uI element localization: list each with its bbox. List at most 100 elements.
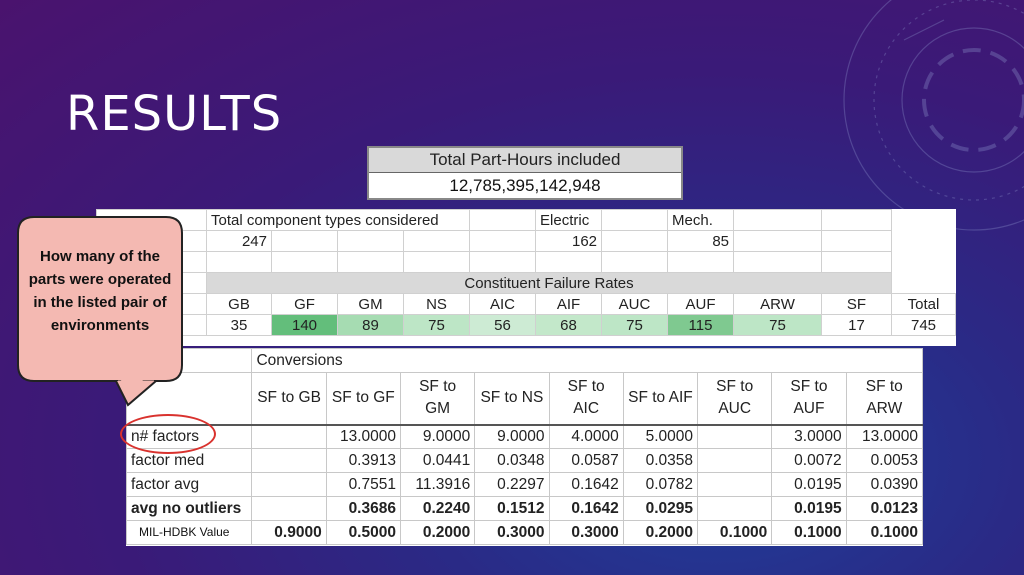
- rate-value-aif: 68: [535, 314, 603, 336]
- rate-value-sf: 17: [821, 314, 893, 336]
- conv-cell: 0.0123: [845, 496, 924, 521]
- conv-cell: 13.0000: [325, 424, 401, 449]
- rate-header-sf: SF: [821, 293, 893, 315]
- conv-cell: 4.0000: [548, 424, 624, 449]
- rate-header-aic: AIC: [469, 293, 537, 315]
- conv-cell: 0.3913: [325, 448, 401, 473]
- conv-cell: 0.0053: [845, 448, 924, 473]
- conv-cell: 9.0000: [399, 424, 476, 449]
- conv-header: SF to AUF: [771, 372, 847, 425]
- conv-cell: 0.0782: [622, 472, 699, 497]
- rate-header-gb: GB: [206, 293, 272, 315]
- rate-value-ns: 75: [402, 314, 471, 336]
- conv-cell: 0.3000: [548, 520, 624, 545]
- conv-cell: 0.1000: [771, 520, 847, 545]
- rate-value-gf: 140: [271, 314, 338, 336]
- conv-cell: 0.9000: [251, 520, 327, 545]
- conv-cell: 0.0587: [548, 448, 624, 473]
- conv-cell: 0.0390: [845, 472, 924, 497]
- conv-cell: [251, 424, 327, 449]
- part-hours-header: Total Part-Hours included: [369, 148, 681, 173]
- conv-cell: [697, 496, 773, 521]
- conv-row: factor med 0.3913 0.0441 0.0348 0.0587 0.0358…: [125, 448, 924, 473]
- conv-cell: 0.0358: [622, 448, 699, 473]
- rate-header-gf: GF: [271, 293, 338, 315]
- conv-cell: 0.2297: [474, 472, 550, 497]
- conv-cell: 0.3000: [474, 520, 550, 545]
- conv-cell: 0.1000: [845, 520, 924, 545]
- conv-cell: 0.1642: [548, 472, 624, 497]
- conv-cell: 0.0195: [771, 472, 847, 497]
- rate-header-arw: ARW: [733, 293, 823, 315]
- conv-cell: 3.0000: [771, 424, 847, 449]
- conv-cell: 0.7551: [325, 472, 401, 497]
- rate-value-aic: 56: [469, 314, 537, 336]
- conv-cell: 13.0000: [845, 424, 924, 449]
- rate-value-total: 745: [891, 314, 956, 336]
- mech-value: 85: [667, 230, 735, 252]
- rate-header-ns: NS: [402, 293, 471, 315]
- conv-row: avg no outliers 0.3686 0.2240 0.1512 0.1642 0…: [125, 496, 924, 521]
- conv-cell: 0.1512: [474, 496, 550, 521]
- conv-cell: 0.2000: [399, 520, 476, 545]
- conv-cell: [251, 496, 327, 521]
- conv-row-label: factor avg: [125, 472, 253, 497]
- conv-cell: 0.2000: [622, 520, 699, 545]
- conv-header: SF to NS: [474, 372, 550, 425]
- conv-header: SF to AUC: [697, 372, 773, 425]
- conv-cell: 0.0195: [771, 496, 847, 521]
- rate-header-aif: AIF: [535, 293, 603, 315]
- conv-header: SF to ARW: [845, 372, 924, 425]
- conv-cell: [697, 424, 773, 449]
- conv-cell: 0.2240: [399, 496, 476, 521]
- callout-tail: [115, 377, 157, 407]
- conv-cell: [251, 472, 327, 497]
- conv-row: 0.9000 0.5000 0.2000 0.3000 0.3000 0.2000 0.10…: [125, 520, 924, 545]
- slide-title: RESULTS: [66, 86, 283, 142]
- conv-cell: 0.0295: [622, 496, 699, 521]
- mil-hdbk-label: MIL-HDBK Value: [139, 525, 230, 539]
- conv-row: factor avg 0.7551 11.3916 0.2297 0.1642 0.078…: [125, 472, 924, 497]
- conv-cell: 11.3916: [399, 472, 476, 497]
- conv-cell: [697, 472, 773, 497]
- conv-header: SF to GB: [251, 372, 327, 425]
- mech-label: Mech.: [667, 209, 735, 231]
- electric-value: 162: [535, 230, 603, 252]
- rate-header-gm: GM: [337, 293, 404, 315]
- rate-header-total: Total: [891, 293, 956, 315]
- rate-header-auc: AUC: [601, 293, 669, 315]
- rate-value-arw: 75: [733, 314, 823, 336]
- conv-cell: 0.1642: [548, 496, 624, 521]
- rate-value-auf: 115: [667, 314, 735, 336]
- cfr-label: Constituent Failure Rates: [205, 272, 893, 294]
- total-types-label: Total component types considered: [205, 209, 471, 231]
- conv-cell: 0.0072: [771, 448, 847, 473]
- total-types-value: 247: [206, 230, 272, 252]
- rate-value-auc: 75: [601, 314, 669, 336]
- conv-header: SF to GM: [399, 372, 476, 425]
- conv-row-label: factor med: [125, 448, 253, 473]
- conv-cell: [251, 448, 327, 473]
- conversions-title: Conversions: [251, 348, 923, 373]
- electric-label: Electric: [535, 209, 603, 231]
- conv-row: n# factors 13.0000 9.0000 9.0000 4.0000 5.000…: [125, 424, 924, 449]
- conversions-table: Conversions SF to GB SF to GF SF to GM SF t…: [125, 348, 924, 546]
- conv-cell: 9.0000: [474, 424, 550, 449]
- part-hours-value: 12,785,395,142,948: [449, 176, 601, 195]
- failure-rates-table: Total component types considered Electri…: [96, 209, 956, 346]
- conv-row-label: avg no outliers: [125, 496, 253, 521]
- conv-cell: 0.5000: [325, 520, 401, 545]
- conv-cell: 0.0441: [399, 448, 476, 473]
- conv-cell: 0.3686: [325, 496, 401, 521]
- conv-cell: [697, 448, 773, 473]
- rate-value-gb: 35: [206, 314, 272, 336]
- conv-cell: 0.0348: [474, 448, 550, 473]
- highlight-ellipse: [120, 414, 216, 454]
- conv-header: SF to AIC: [548, 372, 624, 425]
- conv-header: SF to GF: [325, 372, 401, 425]
- conv-cell: 0.1000: [697, 520, 773, 545]
- conv-cell: 5.0000: [622, 424, 699, 449]
- conv-header: SF to AIF: [622, 372, 699, 425]
- part-hours-box: Total Part-Hours included 12,785,395,142…: [367, 146, 683, 200]
- rate-value-gm: 89: [337, 314, 404, 336]
